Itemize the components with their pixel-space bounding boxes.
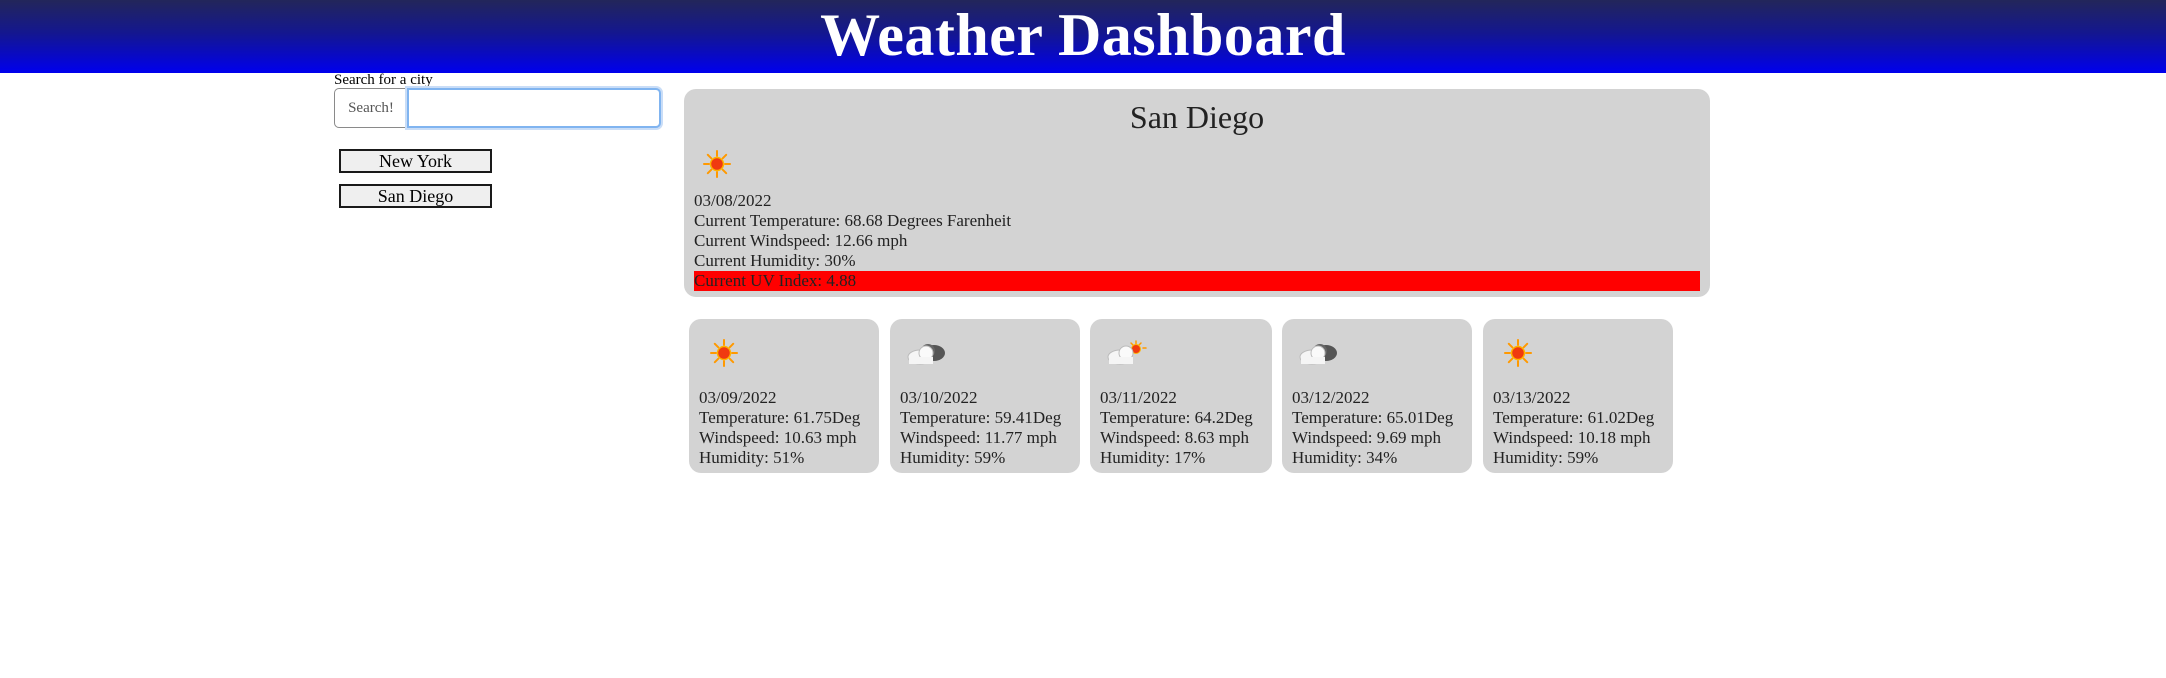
current-windspeed: Current Windspeed: 12.66 mph [694,231,908,250]
forecast-temperature: Temperature: 65.01Deg [1292,408,1454,427]
forecast-windspeed: Windspeed: 9.69 mph [1292,428,1441,447]
page-header: Weather Dashboard [0,0,2166,73]
current-date: 03/08/2022 [694,191,772,210]
current-weather-details: 03/08/2022 Current Temperature: 68.68 De… [694,191,1700,291]
forecast-humidity: Humidity: 34% [1292,448,1398,467]
search-label: Search for a city [334,72,433,88]
page-title: Weather Dashboard [820,2,1346,68]
forecast-humidity: Humidity: 59% [900,448,1006,467]
current-humidity: Current Humidity: 30% [694,251,856,270]
forecast-windspeed: Windspeed: 8.63 mph [1100,428,1249,447]
sun-icon [703,150,731,178]
forecast-humidity: Humidity: 17% [1100,448,1206,467]
forecast-card: 03/13/2022 Temperature: 61.02Deg Windspe… [1483,319,1673,473]
cloud-icon [1299,344,1337,365]
current-temperature: Current Temperature: 68.68 Degrees Faren… [694,211,1012,230]
forecast-humidity: Humidity: 59% [1493,448,1599,467]
forecast-temperature: Temperature: 61.02Deg [1493,408,1655,427]
city-search-input[interactable] [407,88,661,128]
history-button-new-york[interactable]: New York [339,149,492,173]
forecast-card: 03/11/2022 Temperature: 64.2Deg Windspee… [1090,319,1272,473]
current-city-name: San Diego [1129,99,1265,135]
history-button-san-diego[interactable]: San Diego [339,184,492,208]
forecast-temperature: Temperature: 64.2Deg [1100,408,1253,427]
search-history: New York San Diego [339,149,492,219]
forecast-card: 03/09/2022 Temperature: 61.75Deg Windspe… [689,319,879,473]
forecast-windspeed: Windspeed: 11.77 mph [900,428,1057,447]
sun-icon [710,339,738,367]
search-button[interactable]: Search! [334,88,407,128]
forecast-card: 03/10/2022 Temperature: 59.41Deg Windspe… [890,319,1080,473]
forecast-temperature: Temperature: 61.75Deg [699,408,861,427]
current-weather-panel: San Diego 03/08/2022 Current Temperature… [684,89,1710,297]
cloud-icon [907,344,945,365]
forecast-windspeed: Windspeed: 10.18 mph [1493,428,1651,447]
forecast-date: 03/13/2022 [1493,388,1571,407]
forecast-date: 03/10/2022 [900,388,978,407]
forecast-windspeed: Windspeed: 10.63 mph [699,428,857,447]
current-uv-index: Current UV Index: 4.88 [694,271,1700,291]
forecast-card: 03/12/2022 Temperature: 65.01Deg Windspe… [1282,319,1472,473]
forecast-date: 03/09/2022 [699,388,777,407]
forecast-humidity: Humidity: 51% [699,448,805,467]
sun-icon [1504,339,1532,367]
partly-cloudy-icon [1107,340,1147,365]
forecast-temperature: Temperature: 59.41Deg [900,408,1062,427]
forecast-date: 03/12/2022 [1292,388,1370,407]
search-group: Search! [334,88,661,128]
forecast-date: 03/11/2022 [1100,388,1177,407]
